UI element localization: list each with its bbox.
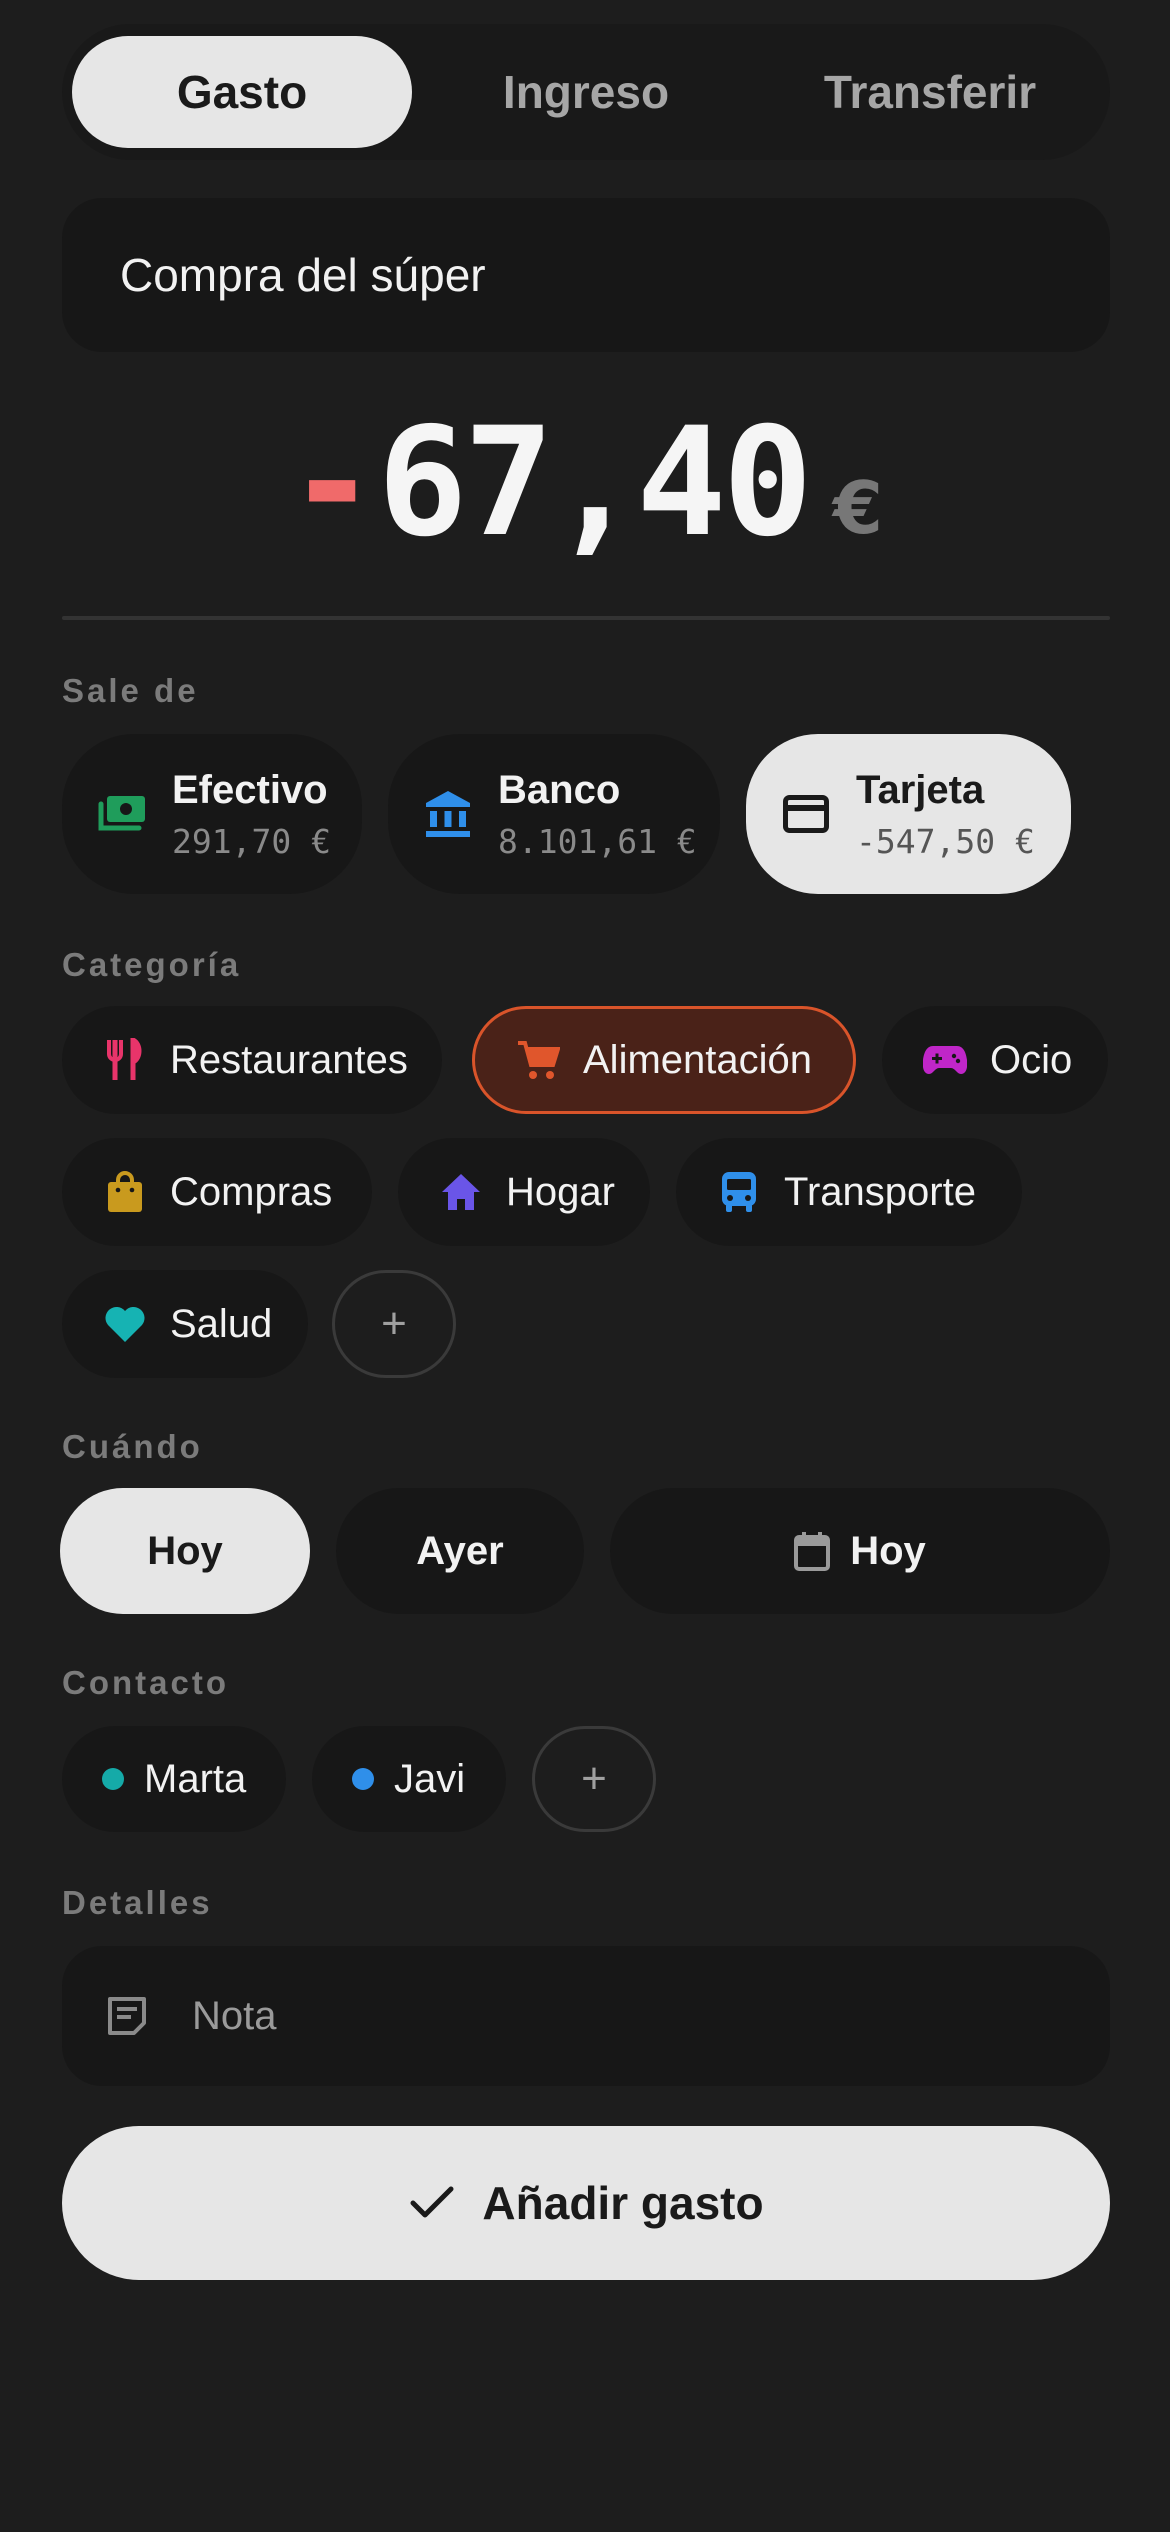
category-transport[interactable]: Transporte (676, 1138, 1022, 1246)
amount-value: 67,40 (377, 396, 813, 570)
date-picker-button[interactable]: Hoy (610, 1488, 1110, 1614)
category-label: Salud (170, 1301, 273, 1346)
category-label: Alimentación (583, 1037, 813, 1082)
section-label-details: Detalles (62, 1884, 213, 1921)
credit-card-icon (780, 788, 832, 840)
when-yesterday-button[interactable]: Ayer (336, 1488, 584, 1614)
section-label-contact: Contacto (62, 1664, 229, 1701)
contact-name: Javi (394, 1756, 466, 1801)
check-icon (408, 2179, 456, 2227)
bus-icon (716, 1169, 762, 1215)
category-label: Restaurantes (170, 1037, 408, 1082)
category-restaurants[interactable]: Restaurantes (62, 1006, 442, 1114)
date-value: Hoy (850, 1528, 926, 1573)
transaction-type-tabs: Gasto Ingreso Transferir (62, 24, 1110, 160)
bank-icon (422, 788, 474, 840)
category-label: Compras (170, 1169, 333, 1214)
account-name: Tarjeta (856, 767, 985, 812)
tab-income[interactable]: Ingreso (416, 36, 756, 148)
when-today-button[interactable]: Hoy (60, 1488, 310, 1614)
plus-icon: + (581, 1754, 607, 1803)
section-label-category: Categoría (62, 946, 242, 983)
section-label-from: Sale de (62, 672, 199, 709)
fork-knife-icon (102, 1037, 148, 1083)
amount-display[interactable]: - 67,40 € (0, 398, 1170, 558)
amount-currency: € (832, 466, 883, 550)
contact-color-dot (102, 1768, 124, 1790)
category-leisure[interactable]: Ocio (882, 1006, 1108, 1114)
category-label: Ocio (990, 1037, 1073, 1082)
add-expense-label: Añadir gasto (482, 2177, 764, 2229)
contact-name: Marta (144, 1756, 247, 1801)
add-expense-button[interactable]: Añadir gasto (62, 2126, 1110, 2280)
cash-icon (96, 788, 148, 840)
account-bank[interactable]: Banco 8.101,61 € (388, 734, 720, 894)
divider (62, 616, 1110, 620)
amount-sign: - (287, 396, 378, 570)
add-contact-button[interactable]: + (532, 1726, 656, 1832)
tab-transfer[interactable]: Transferir (760, 36, 1100, 148)
note-icon (102, 1991, 152, 2041)
account-balance: 8.101,61 € (498, 821, 697, 861)
category-label: Hogar (506, 1169, 615, 1214)
home-icon (438, 1169, 484, 1215)
note-placeholder: Nota (192, 1993, 277, 2038)
description-input[interactable]: Compra del súper (62, 198, 1110, 352)
note-input[interactable]: Nota (62, 1946, 1110, 2086)
calendar-icon (794, 1531, 831, 1571)
description-value: Compra del súper (120, 249, 486, 301)
category-groceries[interactable]: Alimentación (472, 1006, 856, 1114)
plus-icon: + (381, 1299, 407, 1348)
account-balance: 291,70 € (172, 821, 331, 861)
category-home[interactable]: Hogar (398, 1138, 650, 1246)
gamepad-icon (922, 1037, 968, 1083)
category-label: Transporte (784, 1169, 976, 1214)
add-category-button[interactable]: + (332, 1270, 456, 1378)
tab-expense[interactable]: Gasto (72, 36, 412, 148)
heart-icon (102, 1301, 148, 1347)
contact-color-dot (352, 1768, 374, 1790)
shopping-bag-icon (102, 1169, 148, 1215)
account-name: Banco (498, 767, 621, 812)
category-health[interactable]: Salud (62, 1270, 308, 1378)
category-shopping[interactable]: Compras (62, 1138, 372, 1246)
account-name: Efectivo (172, 767, 328, 812)
contact-javi[interactable]: Javi (312, 1726, 506, 1832)
contact-marta[interactable]: Marta (62, 1726, 286, 1832)
cart-icon (515, 1037, 561, 1083)
account-card[interactable]: Tarjeta -547,50 € (746, 734, 1071, 894)
account-balance: -547,50 € (856, 821, 1035, 861)
section-label-when: Cuándo (62, 1428, 203, 1465)
account-cash[interactable]: Efectivo 291,70 € (62, 734, 362, 894)
